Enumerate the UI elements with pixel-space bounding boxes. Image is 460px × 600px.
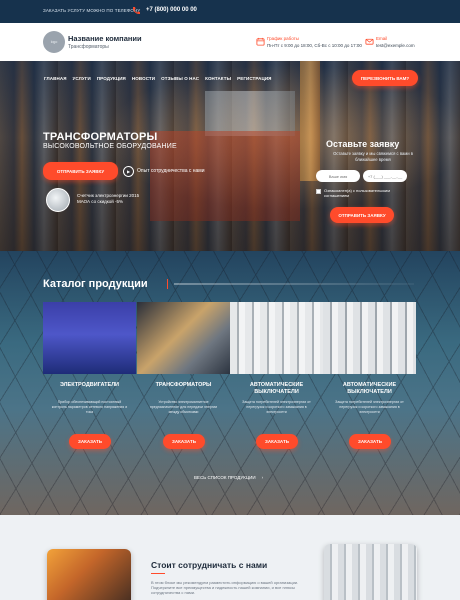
consent-checkbox[interactable] bbox=[316, 189, 321, 194]
mail-icon bbox=[365, 38, 374, 45]
name-input[interactable] bbox=[316, 170, 360, 182]
why-us-photo-cables bbox=[47, 549, 131, 600]
hero-subtitle: ВЫСОКОВОЛЬТНОЕ ОБОРУДОВАНИЕ bbox=[43, 143, 177, 150]
nav-item-products[interactable]: ПРОДУКЦИЯ bbox=[97, 76, 126, 81]
order-button[interactable]: ЗАКАЗАТЬ bbox=[256, 434, 298, 449]
why-us-section: Стоит сотрудничать с нами В этом блоке м… bbox=[0, 515, 460, 600]
phone-input[interactable] bbox=[363, 170, 407, 182]
product-card-breakers-2: АВТОМАТИЧЕСКИЕ ВЫКЛЮЧАТЕЛИ Защита потреб… bbox=[323, 302, 416, 467]
phone-icon bbox=[132, 7, 140, 15]
product-card-motors: ЭЛЕКТРОДВИГАТЕЛИ Прибор обеспечивающий п… bbox=[43, 302, 136, 467]
meter-product-icon[interactable] bbox=[46, 188, 70, 212]
nav-item-services[interactable]: УСЛУГИ bbox=[73, 76, 91, 81]
email-value[interactable]: test@exemple.com bbox=[376, 43, 415, 48]
product-title: АВТОМАТИЧЕСКИЕ ВЫКЛЮЧАТЕЛИ bbox=[342, 382, 397, 395]
product-description: Защита потребителей электроэнергии от пе… bbox=[335, 400, 404, 414]
hero-bg-equipment bbox=[205, 91, 295, 136]
order-button[interactable]: ЗАКАЗАТЬ bbox=[163, 434, 205, 449]
product-description: Устройство электромагнитное предназначен… bbox=[149, 400, 218, 414]
topbar-phone[interactable]: +7 (800) 000 00 00 bbox=[146, 7, 197, 13]
product-title: АВТОМАТИЧЕСКИЕ ВЫКЛЮЧАТЕЛИ bbox=[249, 382, 304, 395]
hero-order-button[interactable]: ОТПРАВИТЬ ЗАЯВКУ bbox=[43, 162, 118, 180]
logo-text: logo bbox=[50, 40, 58, 44]
product-card-transformers: ТРАНСФОРМАТОРЫ Устройство электромагнитн… bbox=[137, 302, 230, 467]
hero-bg-pipe bbox=[300, 61, 320, 181]
hero-section: ГЛАВНАЯ УСЛУГИ ПРОДУКЦИЯ НОВОСТИ ОТЗЫВЫ … bbox=[0, 61, 460, 251]
promo-text[interactable]: Счетчик электроэнергии 2015 МАОА со скид… bbox=[77, 193, 152, 205]
hero-title: ТРАНСФОРМАТОРЫ bbox=[43, 131, 158, 143]
order-button[interactable]: ЗАКАЗАТЬ bbox=[349, 434, 391, 449]
nav-item-registration[interactable]: РЕГИСТРАЦИЯ bbox=[237, 76, 271, 81]
order-button[interactable]: ЗАКАЗАТЬ bbox=[69, 434, 111, 449]
submit-request-button[interactable]: ОТПРАВИТЬ ЗАЯВКУ bbox=[330, 207, 394, 223]
request-form-description: Оставьте заявку и мы свяжемся с вами в б… bbox=[333, 151, 413, 162]
nav-item-home[interactable]: ГЛАВНАЯ bbox=[44, 76, 67, 81]
cooperation-link-label: Опыт сотрудничества с нами bbox=[137, 168, 205, 174]
why-us-photo-panel bbox=[324, 544, 417, 600]
consent-label: Ознакомлен(а) с пользовательским соглаше… bbox=[324, 188, 391, 198]
nav-item-news[interactable]: НОВОСТИ bbox=[132, 76, 155, 81]
why-us-title: Стоит сотрудничать с нами bbox=[151, 560, 268, 570]
product-image-breakers[interactable] bbox=[323, 302, 416, 374]
chevron-right-icon: › bbox=[261, 475, 264, 480]
all-products-link[interactable]: ВЕСЬ СПИСОК ПРОДУКЦИИ › bbox=[194, 475, 263, 480]
why-us-text: В этом блоке мы рекомендуем разместить и… bbox=[151, 580, 299, 596]
all-products-label: ВЕСЬ СПИСОК ПРОДУКЦИИ bbox=[194, 475, 256, 480]
company-tagline: Трансформаторы bbox=[68, 44, 109, 50]
schedule-label: График работы bbox=[267, 36, 299, 41]
product-description: Защита потребителей электроэнергии от пе… bbox=[242, 400, 311, 414]
calendar-icon bbox=[256, 37, 265, 46]
company-name: Название компании bbox=[68, 34, 142, 43]
catalog-divider bbox=[167, 279, 417, 289]
product-image-motors[interactable] bbox=[43, 302, 136, 374]
why-us-divider bbox=[151, 573, 165, 574]
request-form-title: Оставьте заявку bbox=[326, 139, 400, 149]
product-card-breakers-1: АВТОМАТИЧЕСКИЕ ВЫКЛЮЧАТЕЛИ Защита потреб… bbox=[230, 302, 323, 467]
topbar-note: ЗАКАЗАТЬ УСЛУГУ МОЖНО ПО ТЕЛЕФОНУ bbox=[43, 8, 141, 13]
product-description: Прибор обеспечивающий постоянный контрол… bbox=[51, 400, 128, 414]
cooperation-link[interactable]: ▶ Опыт сотрудничества с нами bbox=[123, 165, 205, 177]
company-logo[interactable]: logo bbox=[43, 31, 65, 53]
nav-item-contacts[interactable]: КОНТАКТЫ bbox=[205, 76, 231, 81]
schedule-value: Пн-Пт с 9:00 до 18:00, Сб-Вс с 10:00 до … bbox=[267, 43, 362, 48]
product-image-transformers[interactable] bbox=[137, 302, 230, 374]
product-title: ЭЛЕКТРОДВИГАТЕЛИ bbox=[59, 382, 120, 388]
product-image-breakers[interactable] bbox=[230, 302, 323, 374]
top-bar: ЗАКАЗАТЬ УСЛУГУ МОЖНО ПО ТЕЛЕФОНУ +7 (80… bbox=[0, 0, 460, 23]
site-header: logo Название компании Трансформаторы Гр… bbox=[0, 23, 460, 61]
product-title: ТРАНСФОРМАТОРЫ bbox=[155, 382, 212, 388]
catalog-title: Каталог продукции bbox=[43, 278, 148, 290]
nav-item-reviews[interactable]: ОТЗЫВЫ О НАС bbox=[161, 76, 199, 81]
play-icon: ▶ bbox=[123, 165, 134, 177]
catalog-section: Каталог продукции ЭЛЕКТРОДВИГАТЕЛИ Прибо… bbox=[0, 251, 460, 515]
callback-button[interactable]: ПЕРЕЗВОНИТЬ ВАМ? bbox=[352, 70, 418, 86]
email-label: Email bbox=[376, 36, 388, 41]
main-nav: ГЛАВНАЯ УСЛУГИ ПРОДУКЦИЯ НОВОСТИ ОТЗЫВЫ … bbox=[44, 76, 272, 81]
